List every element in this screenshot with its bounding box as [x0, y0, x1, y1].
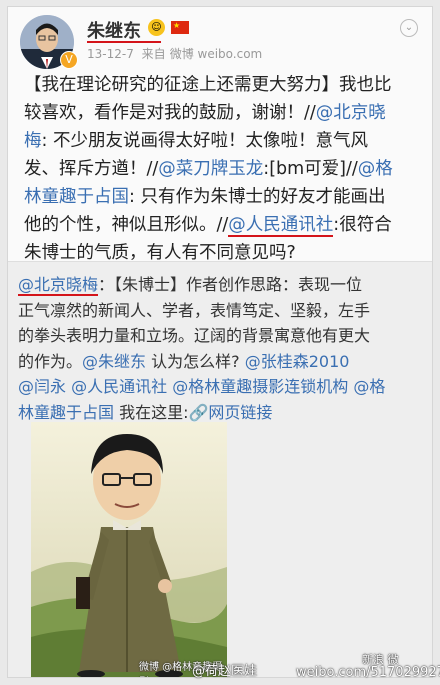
mention-link[interactable]: 🔗网页链接 [189, 403, 273, 422]
text-segment: 正气凛然的新闻人、学者，表情笃定、坚毅，左手 [18, 300, 371, 320]
mention-link[interactable]: @菜刀牌玉龙 [158, 159, 263, 179]
china-flag-icon: ★ [171, 21, 189, 34]
repost-text: @北京晓梅：【朱博士】作者创作思路：表现一位 正气凛然的新闻人、学者，表情笃定、坚… [18, 272, 426, 425]
text-segment: : 不少朋友说画得太好啦！太像啦！意气风 [41, 131, 368, 151]
mention-link[interactable]: @格林童趣摄影连锁机构 [172, 377, 348, 396]
username-underline [87, 41, 161, 43]
repost-line: 正气凛然的新闻人、学者，表情笃定、坚毅，左手 [18, 298, 426, 324]
text-segment: 朱博士的气质，有人有不同意见吗? [24, 243, 296, 263]
repost-block: @北京晓梅：【朱博士】作者创作思路：表现一位 正气凛然的新闻人、学者，表情笃定、坚… [8, 261, 432, 677]
cartoon-image[interactable]: 微博 @格林童趣摄影 [31, 422, 227, 677]
mention-link[interactable]: @格 [353, 377, 385, 396]
post-line: 梅: 不少朋友说画得太好啦！太像啦！意气风 [24, 127, 420, 155]
mention-link[interactable]: @朱继东 [82, 352, 146, 371]
text-segment: :很符合 [333, 215, 392, 235]
post-source[interactable]: 微博 weibo.com [170, 47, 263, 61]
mention-link[interactable]: 林童趣于占国 [24, 187, 129, 207]
post-text: 【我在理论研究的征途上还需更大努力】我也比 较喜欢，看作是对我的鼓励，谢谢！//@… [24, 71, 420, 267]
text-segment: 较喜欢，看作是对我的鼓励，谢谢！// [24, 103, 316, 123]
mention-link[interactable]: @人民通讯社 [71, 377, 167, 396]
post-line: 林童趣于占国: 只有作为朱博士的好友才能画出 [24, 183, 420, 211]
mention-link[interactable]: @人民通讯社 [228, 215, 334, 237]
mention-link[interactable]: 梅 [24, 131, 42, 151]
post-meta: 13-12-7 来自 微博 weibo.com [87, 45, 266, 62]
text-segment: 认为怎么样? [146, 351, 245, 371]
repost-line: 的作为。@朱继东 认为怎么样? @张桂森2010 [18, 349, 426, 375]
text-segment: 我在这里: [114, 402, 189, 422]
page-watermark-site: weibo.com/5170299275 [296, 665, 440, 680]
source-prefix: 来自 [141, 47, 166, 61]
username[interactable]: 朱继东 [87, 17, 141, 43]
verified-v-icon: V [60, 51, 78, 69]
mention-link[interactable]: @北京晓 [316, 103, 386, 123]
text-segment: 发、挥斥方遒！// [24, 159, 159, 179]
weibo-card: V 朱继东 ☺ ★ 13-12-7 来自 微博 weibo.com ⌄ 【我在理论… [7, 6, 433, 678]
post-line: 【我在理论研究的征途上还需更大努力】我也比 [24, 71, 420, 99]
repost-line: 的拳头表明力量和立场。辽阔的背景寓意他有更大 [18, 323, 426, 349]
text-segment: 的作为。 [18, 351, 83, 371]
vip-emoji-icon: ☺ [148, 19, 165, 36]
mention-link[interactable]: @闫永 [18, 377, 66, 396]
text-segment: 他的个性，神似且形似。// [24, 215, 229, 235]
text-segment: :[bm可爱]// [263, 159, 358, 179]
post-time: 13-12-7 [87, 47, 134, 61]
text-segment: : 只有作为朱博士的好友才能画出 [129, 187, 386, 207]
post-line: 他的个性，神似且形似。//@人民通讯社:很符合 [24, 211, 420, 239]
text-segment: 的拳头表明力量和立场。辽阔的背景寓意他有更大 [18, 326, 371, 345]
mention-link[interactable]: 林童趣于占国 [18, 403, 114, 422]
mention-link[interactable]: @格 [358, 159, 393, 179]
post-line: 较喜欢，看作是对我的鼓励，谢谢！//@北京晓 [24, 99, 420, 127]
page-watermark-left: @荷赵医娃 [192, 664, 258, 679]
repost-line: @北京晓梅：【朱博士】作者创作思路：表现一位 [18, 272, 426, 298]
post-line: 发、挥斥方遒！//@菜刀牌玉龙:[bm可爱]//@格 [24, 155, 420, 183]
repost-line: @闫永 @人民通讯社 @格林童趣摄影连锁机构 @格 [18, 374, 426, 400]
chevron-down-icon[interactable]: ⌄ [400, 19, 418, 37]
mention-link[interactable]: @张桂森2010 [245, 352, 350, 371]
text-segment: ：【朱博士】作者创作思路：表现一位 [98, 275, 363, 294]
page-watermark-right: 新浪 微 [362, 653, 399, 666]
mention-link[interactable]: @北京晓梅 [18, 275, 99, 296]
text-segment: 【我在理论研究的征途上还需更大努力】我也比 [24, 75, 392, 95]
